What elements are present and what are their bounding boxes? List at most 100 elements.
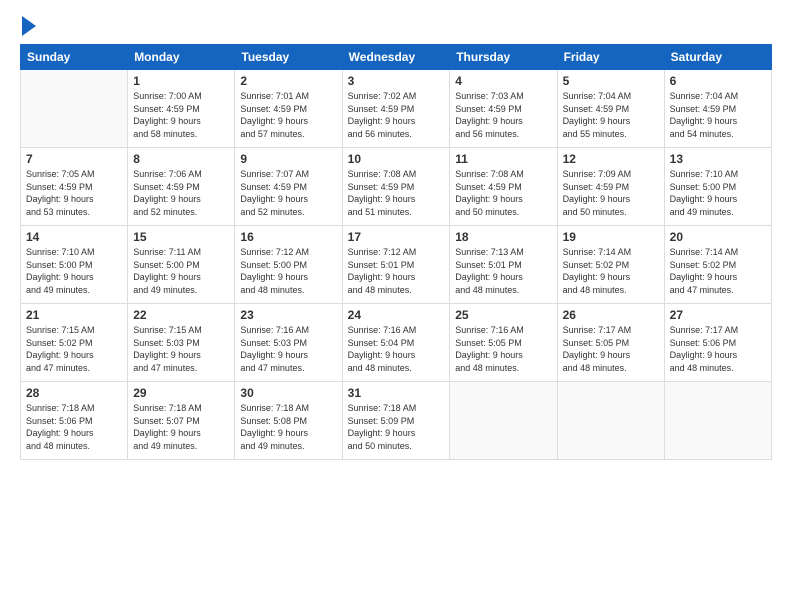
day-number: 4	[455, 74, 551, 88]
day-number: 14	[26, 230, 122, 244]
header-sunday: Sunday	[21, 45, 128, 70]
calendar-cell: 31 Sunrise: 7:18 AMSunset: 5:09 PMDayligh…	[342, 382, 450, 460]
day-info: Sunrise: 7:17 AMSunset: 5:06 PMDaylight:…	[670, 324, 766, 374]
day-number: 10	[348, 152, 445, 166]
day-number: 20	[670, 230, 766, 244]
day-info: Sunrise: 7:13 AMSunset: 5:01 PMDaylight:…	[455, 246, 551, 296]
day-number: 2	[240, 74, 336, 88]
calendar-cell: 13 Sunrise: 7:10 AMSunset: 5:00 PMDayligh…	[664, 148, 771, 226]
day-number: 25	[455, 308, 551, 322]
calendar-cell: 25 Sunrise: 7:16 AMSunset: 5:05 PMDayligh…	[450, 304, 557, 382]
day-number: 23	[240, 308, 336, 322]
calendar-cell: 5 Sunrise: 7:04 AMSunset: 4:59 PMDaylight…	[557, 70, 664, 148]
day-number: 16	[240, 230, 336, 244]
day-info: Sunrise: 7:09 AMSunset: 4:59 PMDaylight:…	[563, 168, 659, 218]
day-number: 17	[348, 230, 445, 244]
day-number: 13	[670, 152, 766, 166]
calendar-cell	[450, 382, 557, 460]
day-number: 15	[133, 230, 229, 244]
day-info: Sunrise: 7:11 AMSunset: 5:00 PMDaylight:…	[133, 246, 229, 296]
day-number: 18	[455, 230, 551, 244]
day-info: Sunrise: 7:00 AMSunset: 4:59 PMDaylight:…	[133, 90, 229, 140]
calendar-cell	[664, 382, 771, 460]
day-info: Sunrise: 7:18 AMSunset: 5:06 PMDaylight:…	[26, 402, 122, 452]
calendar-cell: 24 Sunrise: 7:16 AMSunset: 5:04 PMDayligh…	[342, 304, 450, 382]
day-number: 30	[240, 386, 336, 400]
calendar-cell: 16 Sunrise: 7:12 AMSunset: 5:00 PMDayligh…	[235, 226, 342, 304]
day-number: 8	[133, 152, 229, 166]
day-info: Sunrise: 7:16 AMSunset: 5:05 PMDaylight:…	[455, 324, 551, 374]
day-info: Sunrise: 7:16 AMSunset: 5:04 PMDaylight:…	[348, 324, 445, 374]
calendar-cell: 11Sunrise: 7:08 AMSunset: 4:59 PMDayligh…	[450, 148, 557, 226]
calendar-cell: 22 Sunrise: 7:15 AMSunset: 5:03 PMDayligh…	[128, 304, 235, 382]
calendar-cell: 7Sunrise: 7:05 AMSunset: 4:59 PMDaylight…	[21, 148, 128, 226]
calendar-cell: 14 Sunrise: 7:10 AMSunset: 5:00 PMDayligh…	[21, 226, 128, 304]
day-info: Sunrise: 7:18 AMSunset: 5:07 PMDaylight:…	[133, 402, 229, 452]
day-info: Sunrise: 7:16 AMSunset: 5:03 PMDaylight:…	[240, 324, 336, 374]
calendar-cell: 18 Sunrise: 7:13 AMSunset: 5:01 PMDayligh…	[450, 226, 557, 304]
day-info: Sunrise: 7:17 AMSunset: 5:05 PMDaylight:…	[563, 324, 659, 374]
calendar-cell: 12Sunrise: 7:09 AMSunset: 4:59 PMDayligh…	[557, 148, 664, 226]
day-number: 7	[26, 152, 122, 166]
day-info: Sunrise: 7:12 AMSunset: 5:01 PMDaylight:…	[348, 246, 445, 296]
header-friday: Friday	[557, 45, 664, 70]
day-number: 24	[348, 308, 445, 322]
calendar-cell: 29 Sunrise: 7:18 AMSunset: 5:07 PMDayligh…	[128, 382, 235, 460]
calendar-cell: 28 Sunrise: 7:18 AMSunset: 5:06 PMDayligh…	[21, 382, 128, 460]
header-saturday: Saturday	[664, 45, 771, 70]
day-info: Sunrise: 7:10 AMSunset: 5:00 PMDaylight:…	[670, 168, 766, 218]
day-number: 22	[133, 308, 229, 322]
day-info: Sunrise: 7:02 AMSunset: 4:59 PMDaylight:…	[348, 90, 445, 140]
calendar-week-row: 14 Sunrise: 7:10 AMSunset: 5:00 PMDayligh…	[21, 226, 772, 304]
calendar-cell: 26 Sunrise: 7:17 AMSunset: 5:05 PMDayligh…	[557, 304, 664, 382]
day-number: 21	[26, 308, 122, 322]
day-info: Sunrise: 7:15 AMSunset: 5:03 PMDaylight:…	[133, 324, 229, 374]
calendar-cell: 23 Sunrise: 7:16 AMSunset: 5:03 PMDayligh…	[235, 304, 342, 382]
calendar-cell: 1 Sunrise: 7:00 AMSunset: 4:59 PMDaylight…	[128, 70, 235, 148]
day-number: 28	[26, 386, 122, 400]
day-number: 9	[240, 152, 336, 166]
day-info: Sunrise: 7:18 AMSunset: 5:09 PMDaylight:…	[348, 402, 445, 452]
calendar-table: Sunday Monday Tuesday Wednesday Thursday…	[20, 44, 772, 460]
day-info: Sunrise: 7:12 AMSunset: 5:00 PMDaylight:…	[240, 246, 336, 296]
logo	[20, 18, 36, 36]
header-thursday: Thursday	[450, 45, 557, 70]
day-info: Sunrise: 7:04 AMSunset: 4:59 PMDaylight:…	[563, 90, 659, 140]
day-number: 11	[455, 152, 551, 166]
day-number: 5	[563, 74, 659, 88]
day-info: Sunrise: 7:01 AMSunset: 4:59 PMDaylight:…	[240, 90, 336, 140]
calendar-week-row: 1 Sunrise: 7:00 AMSunset: 4:59 PMDaylight…	[21, 70, 772, 148]
day-number: 27	[670, 308, 766, 322]
day-number: 1	[133, 74, 229, 88]
calendar-cell: 19 Sunrise: 7:14 AMSunset: 5:02 PMDayligh…	[557, 226, 664, 304]
header-monday: Monday	[128, 45, 235, 70]
day-info: Sunrise: 7:14 AMSunset: 5:02 PMDaylight:…	[670, 246, 766, 296]
calendar-cell: 9Sunrise: 7:07 AMSunset: 4:59 PMDaylight…	[235, 148, 342, 226]
logo-arrow-icon	[22, 16, 36, 36]
calendar-cell: 27 Sunrise: 7:17 AMSunset: 5:06 PMDayligh…	[664, 304, 771, 382]
calendar-cell	[21, 70, 128, 148]
day-number: 31	[348, 386, 445, 400]
day-number: 3	[348, 74, 445, 88]
day-number: 26	[563, 308, 659, 322]
calendar-cell: 17 Sunrise: 7:12 AMSunset: 5:01 PMDayligh…	[342, 226, 450, 304]
calendar-week-row: 7Sunrise: 7:05 AMSunset: 4:59 PMDaylight…	[21, 148, 772, 226]
calendar-week-row: 28 Sunrise: 7:18 AMSunset: 5:06 PMDayligh…	[21, 382, 772, 460]
day-info: Sunrise: 7:14 AMSunset: 5:02 PMDaylight:…	[563, 246, 659, 296]
day-info: Sunrise: 7:04 AMSunset: 4:59 PMDaylight:…	[670, 90, 766, 140]
page-header	[20, 18, 772, 36]
calendar-cell: 30 Sunrise: 7:18 AMSunset: 5:08 PMDayligh…	[235, 382, 342, 460]
day-info: Sunrise: 7:18 AMSunset: 5:08 PMDaylight:…	[240, 402, 336, 452]
day-number: 19	[563, 230, 659, 244]
calendar-page: Sunday Monday Tuesday Wednesday Thursday…	[0, 0, 792, 612]
calendar-week-row: 21Sunrise: 7:15 AMSunset: 5:02 PMDayligh…	[21, 304, 772, 382]
calendar-cell: 8 Sunrise: 7:06 AMSunset: 4:59 PMDaylight…	[128, 148, 235, 226]
calendar-cell: 3 Sunrise: 7:02 AMSunset: 4:59 PMDaylight…	[342, 70, 450, 148]
day-number: 29	[133, 386, 229, 400]
calendar-cell: 15 Sunrise: 7:11 AMSunset: 5:00 PMDayligh…	[128, 226, 235, 304]
day-info: Sunrise: 7:06 AMSunset: 4:59 PMDaylight:…	[133, 168, 229, 218]
calendar-cell: 10Sunrise: 7:08 AMSunset: 4:59 PMDayligh…	[342, 148, 450, 226]
day-info: Sunrise: 7:10 AMSunset: 5:00 PMDaylight:…	[26, 246, 122, 296]
calendar-cell: 2 Sunrise: 7:01 AMSunset: 4:59 PMDaylight…	[235, 70, 342, 148]
header-tuesday: Tuesday	[235, 45, 342, 70]
